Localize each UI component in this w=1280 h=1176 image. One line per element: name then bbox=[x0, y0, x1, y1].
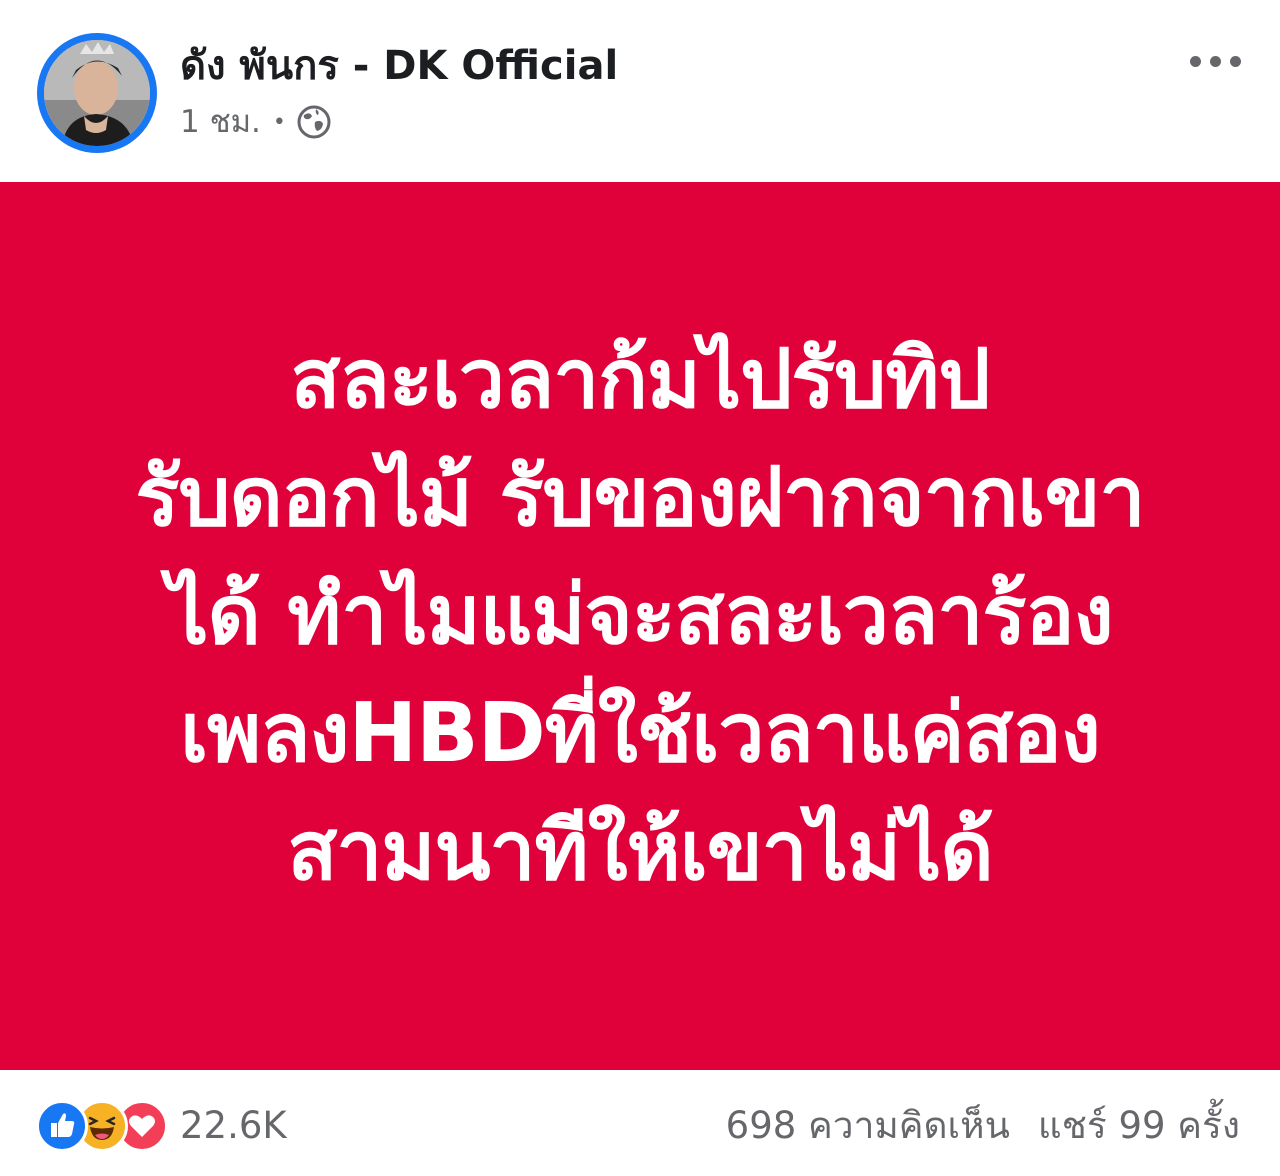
meta-separator: • bbox=[272, 109, 286, 135]
post-text-line: ได้ ทำไมแม่จะสละเวลาร้อง bbox=[167, 568, 1113, 663]
text-post-card[interactable]: สละเวลาก้มไปรับทิป รับดอกไม้ รับของฝากจา… bbox=[0, 182, 1280, 1070]
reactions-summary[interactable]: 22.6K bbox=[36, 1100, 287, 1152]
author-name[interactable]: ดัง พันกร - DK Official bbox=[180, 38, 618, 94]
like-icon bbox=[36, 1100, 88, 1152]
profile-avatar[interactable] bbox=[37, 33, 157, 153]
shares-count[interactable]: แชร์ 99 ครั้ง bbox=[1038, 1100, 1240, 1152]
reaction-count: 22.6K bbox=[180, 1104, 287, 1147]
comments-count[interactable]: 698 ความคิดเห็น bbox=[726, 1100, 1010, 1152]
globe-icon[interactable] bbox=[296, 104, 332, 140]
avatar-image bbox=[44, 40, 150, 146]
post-time[interactable]: 1 ชม. bbox=[180, 100, 261, 144]
post-text-line: สละเวลาก้มไปรับทิป bbox=[290, 332, 991, 427]
post-meta: 1 ชม. • bbox=[180, 100, 332, 144]
engagement-bar: 22.6K 698 ความคิดเห็น แชร์ 99 ครั้ง bbox=[0, 1070, 1280, 1176]
post-text-line: สามนาทีให้เขาไม่ได้ bbox=[287, 804, 993, 899]
post-header: ดัง พันกร - DK Official 1 ชม. • bbox=[0, 0, 1280, 182]
post-text: สละเวลาก้มไปรับทิป รับดอกไม้ รับของฝากจา… bbox=[135, 321, 1145, 911]
post-stats: 698 ความคิดเห็น แชร์ 99 ครั้ง bbox=[726, 1100, 1240, 1152]
post-text-line: เพลงHBDที่ใช้เวลาแค่สอง bbox=[180, 686, 1101, 781]
more-options-icon[interactable] bbox=[1186, 48, 1246, 76]
post-text-line: รับดอกไม้ รับของฝากจากเขา bbox=[135, 450, 1145, 545]
